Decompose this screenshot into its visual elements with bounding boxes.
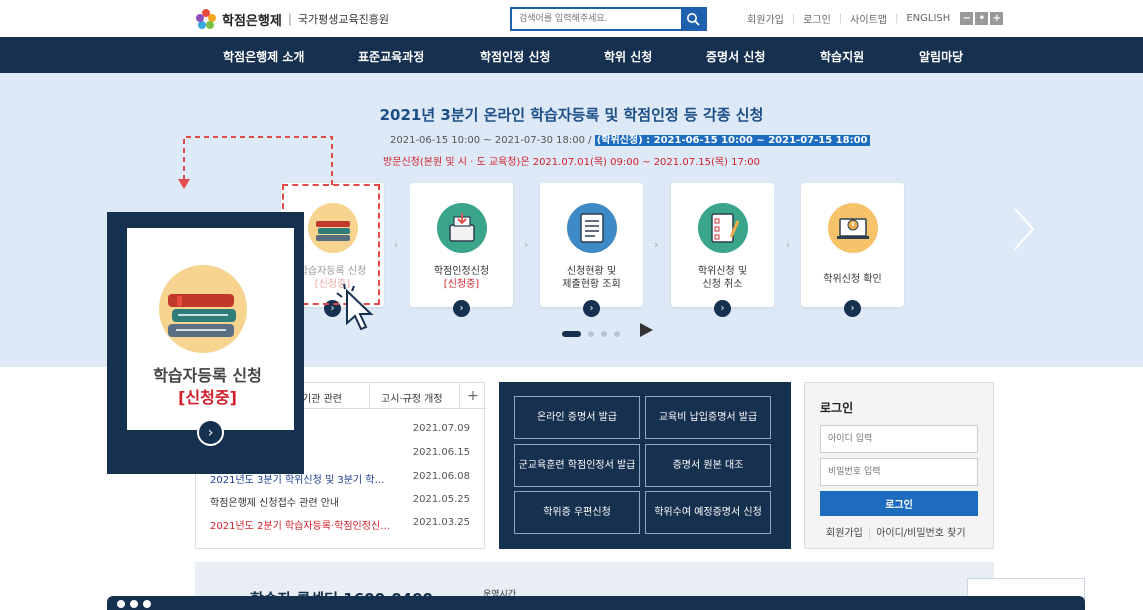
step-chevron-icon: ›	[524, 238, 529, 251]
hero-title: 2021년 3분기 온라인 학습자등록 및 학점인정 등 각종 신청	[379, 106, 764, 124]
service-online-cert[interactable]: 온라인 증명서 발급	[514, 396, 640, 439]
card-degree-go-button[interactable]: ›	[714, 300, 731, 317]
nav-item-curriculum[interactable]: 표준교육과정	[358, 48, 424, 65]
step-chevron-icon: ›	[654, 238, 659, 251]
notice-date: 2021.06.08	[412, 471, 470, 482]
search-button[interactable]	[681, 9, 705, 29]
logo-separator: |	[287, 12, 292, 26]
card-check-go-button[interactable]: ›	[844, 300, 861, 317]
notice-date: 2021.03.25	[412, 517, 470, 528]
service-expected-degree-cert[interactable]: 학위수여 예정증명서 신청	[645, 491, 771, 534]
nav-item-intro[interactable]: 학점은행제 소개	[223, 48, 304, 65]
video-bottom-bar	[107, 596, 1085, 610]
more-plus-button[interactable]: +	[459, 383, 486, 409]
main-nav: 학점은행제 소개 표준교육과정 학점인정 신청 학위 신청 증명서 신청 학습지…	[0, 37, 1143, 73]
carousel-dots	[562, 331, 620, 337]
notice-date: 2021.07.09	[412, 423, 470, 434]
notice-date: 2021.06.15	[412, 447, 470, 458]
card-degree-line1: 학위신청 및	[697, 266, 748, 277]
hero-date: 2021-06-15 10:00 ~ 2021-07-30 18:00 / (학…	[390, 131, 870, 146]
carousel-dot[interactable]	[601, 331, 607, 337]
nav-item-certificate[interactable]: 증명서 신청	[706, 48, 765, 65]
nav-item-notice[interactable]: 알림마당	[919, 48, 963, 65]
zoom-label: 학습자등록 신청 [신청중]	[109, 365, 306, 409]
step-chevron-icon: ›	[394, 238, 399, 251]
hero-next-icon[interactable]	[1013, 207, 1035, 251]
hero-date-range: 2021-06-15 10:00 ~ 2021-07-30 18:00 /	[390, 135, 592, 146]
login-join-link[interactable]: 회원가입	[826, 528, 863, 539]
login-password-input[interactable]	[820, 458, 978, 486]
zoom-go-button[interactable]: ›	[197, 419, 224, 446]
tab-institution[interactable]: 기관 관련	[302, 390, 342, 405]
font-increase-button[interactable]: +	[990, 12, 1004, 25]
card-check-title: 학위신청 확인	[823, 274, 882, 285]
tab-regulation[interactable]: 고시·규정 개정	[381, 390, 443, 405]
annotation-arrow-icon	[178, 136, 333, 189]
card-degree-line2: 신청 취소	[702, 279, 743, 290]
util-login-link[interactable]: 로그인	[803, 11, 831, 26]
login-button[interactable]: 로그인	[820, 491, 978, 516]
card-status-line2: 제출현황 조회	[562, 279, 621, 290]
font-size-controls: − • +	[960, 12, 1004, 25]
zoom-status: [신청중]	[178, 388, 237, 407]
bottom-menu-dots-icon[interactable]	[117, 600, 151, 608]
services-panel: 온라인 증명서 발급 교육비 납입증명서 발급 군교육훈련 학점인정서 발급 증…	[499, 382, 791, 549]
laptop-alert-icon	[828, 203, 878, 253]
mouse-cursor-icon	[336, 283, 374, 331]
card-credit-apply[interactable]: 학점인정신청 [신청중] ›	[410, 183, 513, 317]
notice-row[interactable]: 학점은행제 신청접수 관련 안내 2021.05.25	[210, 494, 470, 509]
nav-item-credit[interactable]: 학점인정 신청	[480, 48, 550, 65]
font-reset-button[interactable]: •	[975, 12, 989, 25]
login-links: 회원가입 | 아이디/비밀번호 찾기	[826, 528, 966, 539]
document-icon	[567, 203, 617, 253]
search-icon	[687, 13, 700, 26]
card-status-inquiry[interactable]: 신청현황 및제출현황 조회 ›	[540, 183, 643, 317]
logo-title: 학점은행제	[222, 13, 282, 29]
books-icon	[159, 265, 247, 353]
notice-date: 2021.05.25	[412, 494, 470, 505]
card-credit-status: [신청중]	[443, 279, 480, 290]
zoom-title: 학습자등록 신청	[153, 366, 262, 385]
service-diploma-mail[interactable]: 학위증 우편신청	[514, 491, 640, 534]
zoom-callout: 학습자등록 신청 [신청중] ›	[107, 212, 304, 474]
login-title: 로그인	[820, 401, 854, 415]
notice-title: 2021년도 2분기 학습자등록·학점인정신…	[210, 521, 391, 532]
service-original-compare[interactable]: 증명서 원본 대조	[645, 444, 771, 487]
checklist-icon	[698, 203, 748, 253]
logo-org: 국가평생교육진흥원	[297, 13, 389, 26]
card-status-go-button[interactable]: ›	[583, 300, 600, 317]
carousel-dot-active[interactable]	[562, 331, 581, 337]
inbox-icon	[437, 203, 487, 253]
nav-item-degree[interactable]: 학위 신청	[604, 48, 652, 65]
util-join-link[interactable]: 회원가입	[747, 11, 784, 26]
card-credit-title: 학점인정신청	[433, 266, 490, 277]
login-id-input[interactable]	[820, 425, 978, 453]
notice-title: 학점은행제 신청접수 관련 안내	[210, 498, 340, 509]
carousel-dot[interactable]	[588, 331, 594, 337]
login-find-link[interactable]: 아이디/비밀번호 찾기	[876, 528, 965, 539]
login-box: 로그인 로그인 회원가입|아이디/비밀번호 찾기	[804, 382, 994, 549]
step-chevron-icon: ›	[786, 238, 791, 251]
hero-visit-notice: 방문신청(본원 및 시 · 도 교육청)은 2021.07.01(목) 09:0…	[383, 157, 760, 168]
carousel-dot[interactable]	[614, 331, 620, 337]
hero-date-highlight: (학위신청) : 2021-06-15 10:00 ~ 2021-07-15 1…	[594, 135, 870, 146]
service-military-cert[interactable]: 군교육훈련 학점인정서 발급	[514, 444, 640, 487]
card-degree-check[interactable]: 학위신청 확인 ›	[801, 183, 904, 317]
top-bar: 학점은행제 | 국가평생교육진흥원 회원가입 | 로그인 | 사이트맵 | EN…	[0, 0, 1143, 37]
card-credit-go-button[interactable]: ›	[453, 300, 470, 317]
util-english-link[interactable]: ENGLISH	[906, 13, 950, 24]
card-status-line1: 신청현황 및	[566, 266, 617, 277]
service-tuition-cert[interactable]: 교육비 납입증명서 발급	[645, 396, 771, 439]
site-logo[interactable]: 학점은행제 | 국가평생교육진흥원	[196, 9, 389, 29]
font-decrease-button[interactable]: −	[960, 12, 974, 25]
util-sitemap-link[interactable]: 사이트맵	[850, 11, 887, 26]
utility-links: 회원가입 | 로그인 | 사이트맵 | ENGLISH − • +	[747, 11, 1004, 26]
logo-flower-icon	[196, 9, 216, 29]
carousel-play-icon[interactable]	[640, 323, 653, 337]
search-input[interactable]	[512, 9, 681, 29]
card-degree-apply[interactable]: 학위신청 및신청 취소 ›	[671, 183, 774, 317]
notice-row[interactable]: 2021년도 2분기 학습자등록·학점인정신… 2021.03.25	[210, 517, 470, 532]
search-box	[510, 7, 707, 31]
nav-item-support[interactable]: 학습지원	[820, 48, 864, 65]
